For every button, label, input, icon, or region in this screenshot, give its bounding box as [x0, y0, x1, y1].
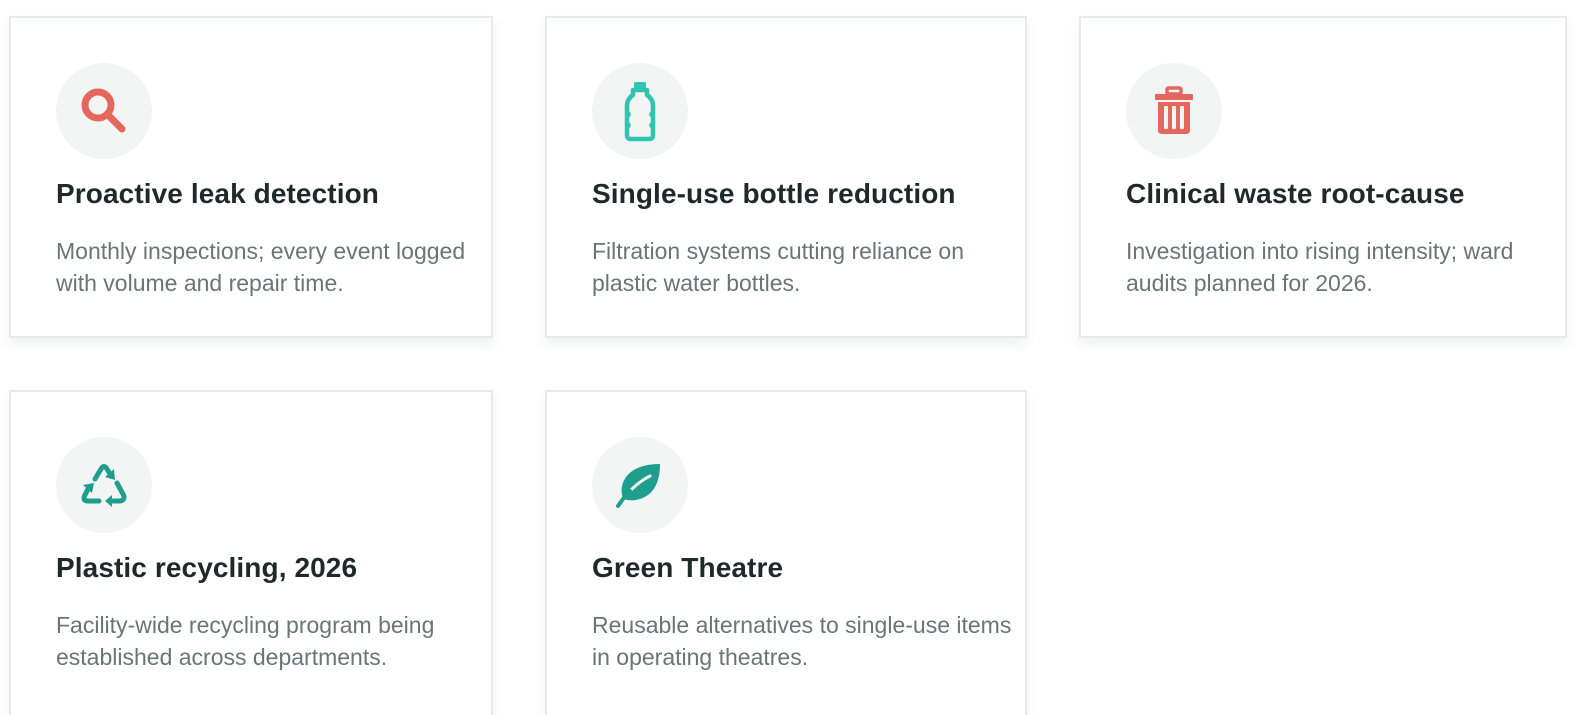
card-title: Clinical waste root-cause: [1126, 178, 1465, 209]
leaf-icon: [616, 464, 660, 508]
card-description: Reusable alternatives to single-use item…: [592, 612, 1012, 670]
initiative-card-green-theatre: Green Theatre Reusable alternatives to s…: [545, 390, 1027, 715]
icon-badge: [1126, 63, 1222, 159]
bottle-icon: [624, 82, 656, 142]
card-title: Plastic recycling, 2026: [56, 552, 358, 583]
magnifier-icon: [81, 88, 126, 133]
card-description: Filtration systems cutting reliance on p…: [592, 238, 964, 296]
card-title: Green Theatre: [592, 552, 784, 583]
card-title: Proactive leak detection: [56, 178, 379, 209]
initiative-card-plastic-recycling: Plastic recycling, 2026 Facility-wide re…: [9, 390, 493, 715]
initiatives-grid: Proactive leak detection Monthly inspect…: [0, 0, 1579, 715]
initiative-card-bottle-reduction: Single-use bottle reduction Filtration s…: [545, 16, 1027, 338]
icon-badge: [56, 437, 152, 533]
card-description: Investigation into rising intensity; war…: [1126, 238, 1514, 296]
card-description: Facility-wide recycling program being es…: [56, 612, 435, 670]
card-title: Single-use bottle reduction: [592, 178, 956, 209]
icon-badge: [592, 63, 688, 159]
initiative-card-clinical-waste: Clinical waste root-cause Investigation …: [1079, 16, 1567, 338]
card-description: Monthly inspections; every event logged …: [56, 238, 466, 296]
trash-icon: [1155, 86, 1193, 134]
recycle-icon: [81, 464, 127, 507]
initiative-card-leak-detection: Proactive leak detection Monthly inspect…: [9, 16, 493, 338]
icon-badge: [592, 437, 688, 533]
icon-badge: [56, 63, 152, 159]
